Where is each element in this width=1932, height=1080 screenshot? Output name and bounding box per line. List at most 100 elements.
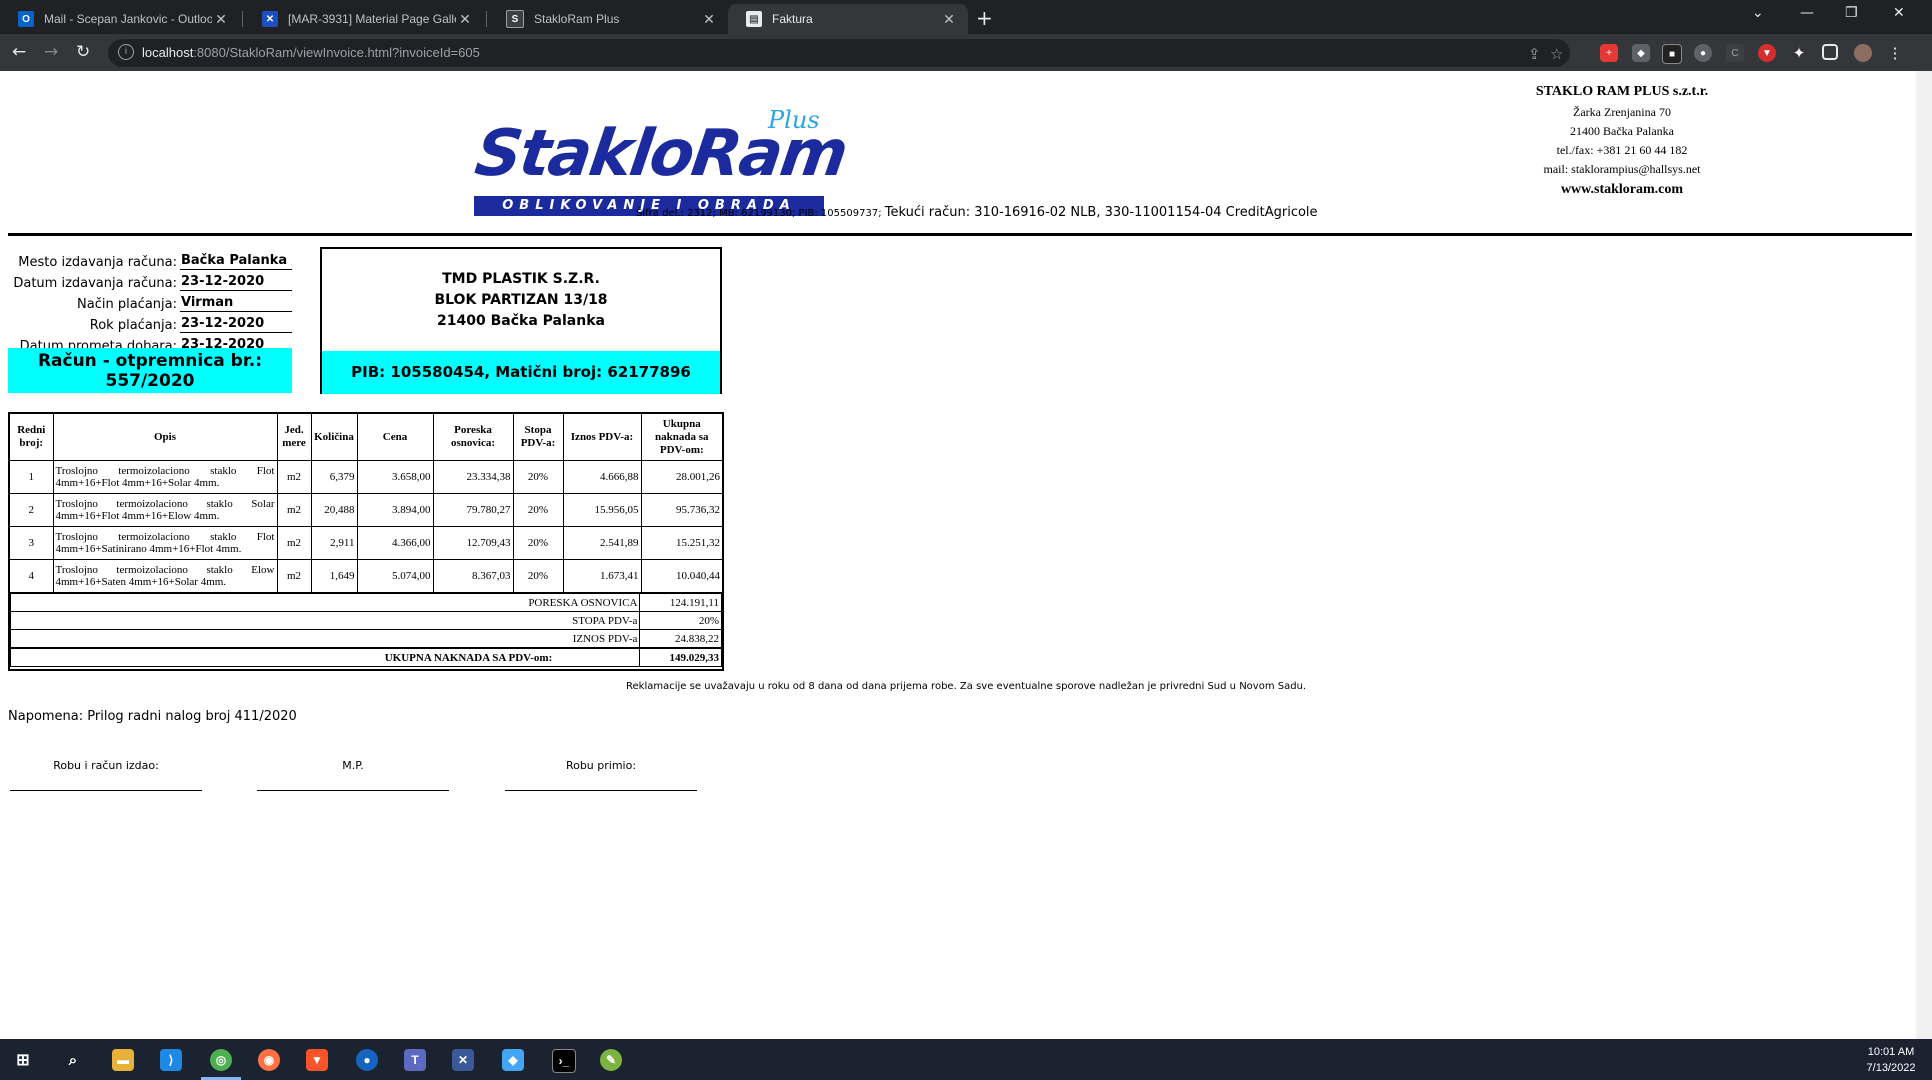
signature-issuer-label: Robu i račun izdao:: [53, 759, 159, 772]
forward-arrow-icon[interactable]: →: [44, 42, 58, 62]
meta-label: Mesto izdavanja računa:: [18, 255, 177, 270]
meta-row: Rok plaćanja: 23-12-2020: [8, 312, 292, 333]
extensions-puzzle-icon[interactable]: ✦: [1790, 44, 1808, 62]
close-icon[interactable]: ✕: [700, 11, 718, 28]
close-icon[interactable]: ✕: [940, 11, 958, 28]
cell-no: 2: [8, 493, 54, 527]
cell-qty: 6,379: [310, 460, 358, 494]
vscode-icon[interactable]: ⟩: [160, 1049, 182, 1071]
paint-icon[interactable]: ✎: [600, 1049, 622, 1071]
address-bar[interactable]: i localhost:8080/StakloRam/viewInvoice.h…: [108, 39, 1570, 67]
chrome-icon[interactable]: ◎: [210, 1049, 232, 1071]
cell-desc: Troslojno termoizolaciono staklo Elow 4m…: [52, 559, 278, 593]
company-email: mail: staklorampius@hallsys.net: [1543, 162, 1701, 176]
close-window-button[interactable]: ✕: [1893, 5, 1905, 21]
cell-unit: m2: [276, 460, 312, 494]
file-explorer-icon[interactable]: ▬: [112, 1049, 134, 1071]
minimize-button[interactable]: —: [1800, 5, 1814, 21]
menu-dots-icon[interactable]: ⋮: [1886, 44, 1904, 62]
invoice-meta: Mesto izdavanja računa: Bačka Palanka Da…: [8, 249, 292, 354]
summary-value: 24.838,22: [639, 629, 722, 649]
meta-value: Bačka Palanka: [180, 252, 292, 270]
site-info-icon[interactable]: i: [118, 44, 134, 60]
tab-search-icon[interactable]: ⌄: [1752, 5, 1764, 21]
virtualbox-icon[interactable]: ◆: [502, 1049, 524, 1071]
logo-plus: Plus: [768, 106, 820, 134]
summary-total-row: UKUPNA NAKNADA SA PDV-om: 149.029,33: [9, 647, 722, 667]
tab-stakloram[interactable]: S StakloRam Plus ✕: [488, 4, 728, 34]
cell-total: 28.001,26: [640, 460, 724, 494]
cell-rate: 20%: [512, 526, 564, 560]
company-info: STAKLO RAM PLUS s.z.t.r. Žarka Zrenjanin…: [1430, 81, 1814, 201]
maps-pin-icon[interactable]: ●: [356, 1049, 378, 1071]
vertical-scrollbar[interactable]: [1916, 71, 1932, 1039]
buyer-address: TMD PLASTIK S.Z.R. BLOK PARTIZAN 13/18 2…: [322, 269, 720, 332]
teams-icon[interactable]: T: [404, 1049, 426, 1071]
bookmark-star-icon[interactable]: ☆: [1550, 45, 1563, 63]
new-tab-button[interactable]: +: [976, 6, 993, 30]
table-row: 3 Troslojno termoizolaciono staklo Flot …: [8, 526, 724, 560]
side-panel-icon[interactable]: [1822, 44, 1838, 60]
col-header: Opis: [52, 412, 278, 461]
close-icon[interactable]: ✕: [212, 11, 230, 28]
cell-vat: 2.541,89: [562, 526, 642, 560]
cell-desc: Troslojno termoizolaciono staklo Solar 4…: [52, 493, 278, 527]
company-phone: tel./fax: +381 21 60 44 182: [1556, 143, 1688, 157]
cell-desc: Troslojno termoizolaciono staklo Flot 4m…: [52, 460, 278, 494]
header-divider: [8, 233, 1912, 236]
cell-vat: 15.956,05: [562, 493, 642, 527]
cell-unit: m2: [276, 559, 312, 593]
summary-total-label: UKUPNA NAKNADA SA PDV-om:: [384, 651, 553, 664]
extension-icon[interactable]: ●: [1694, 44, 1712, 62]
tab-title: Faktura: [772, 12, 813, 26]
buyer-street: BLOK PARTIZAN 13/18: [434, 292, 608, 308]
cell-base: 12.709,43: [432, 526, 514, 560]
tab-jira[interactable]: ✕ [MAR-3931] Material Page Galler ✕: [244, 4, 484, 34]
restore-button[interactable]: ❐: [1845, 5, 1858, 21]
tab-outlook[interactable]: O Mail - Scepan Jankovic - Outlook ✕: [0, 4, 240, 34]
back-arrow-icon[interactable]: ←: [12, 42, 26, 62]
profile-avatar[interactable]: [1854, 44, 1872, 62]
brave-icon[interactable]: ▼: [306, 1049, 328, 1071]
cell-total: 10.040,44: [640, 559, 724, 593]
cell-no: 3: [8, 526, 54, 560]
url-path: :8080/StakloRam/viewInvoice.html?invoice…: [193, 45, 480, 60]
col-header: Redni broj:: [8, 412, 54, 461]
extension-cube-icon[interactable]: ◆: [1632, 44, 1650, 62]
extension-shield-icon[interactable]: ▼: [1758, 44, 1776, 62]
invoice-number: 557/2020: [105, 371, 195, 391]
sourcetree-icon[interactable]: ✕: [452, 1049, 474, 1071]
signature-stamp-label: M.P.: [342, 759, 364, 772]
stakloram-icon: S: [506, 10, 524, 28]
cell-price: 3.658,00: [356, 460, 434, 494]
outlook-icon: O: [18, 11, 34, 27]
search-icon[interactable]: ⌕: [62, 1049, 84, 1071]
buyer-name: TMD PLASTIK S.Z.R.: [442, 271, 600, 287]
meta-row: Način plaćanja: Virman: [8, 291, 292, 312]
tab-faktura[interactable]: ▤ Faktura ✕: [728, 4, 968, 34]
cell-rate: 20%: [512, 493, 564, 527]
buyer-city: 21400 Bačka Palanka: [437, 313, 605, 329]
url-host: localhost: [142, 45, 194, 60]
extension-icon[interactable]: +: [1600, 44, 1618, 62]
windows-start-icon[interactable]: ⊞: [12, 1049, 34, 1071]
table-header-row: Redni broj: Opis Jed. mere Količina Cena…: [8, 412, 724, 461]
cell-unit: m2: [276, 526, 312, 560]
url-text[interactable]: localhost:8080/StakloRam/viewInvoice.htm…: [142, 45, 480, 60]
share-icon[interactable]: ⇪: [1528, 45, 1541, 63]
cell-base: 23.334,38: [432, 460, 514, 494]
meta-row: Datum izdavanja računa: 23-12-2020: [8, 270, 292, 291]
firefox-icon[interactable]: ◉: [258, 1049, 280, 1071]
extension-icon[interactable]: ■: [1662, 44, 1682, 64]
reload-icon[interactable]: ↻: [76, 42, 90, 62]
close-icon[interactable]: ✕: [456, 11, 474, 28]
tab-divider: [242, 11, 243, 27]
signature-line: [10, 790, 202, 791]
cell-vat: 1.673,41: [562, 559, 642, 593]
bank-info: Šifra del.: 2312; MB: 62199130; PIB: 105…: [636, 205, 1318, 220]
extension-icon[interactable]: C: [1726, 44, 1744, 62]
clock-date: 7/13/2022: [1866, 1062, 1916, 1074]
tab-title: StakloRam Plus: [534, 12, 620, 26]
terminal-icon[interactable]: ›_: [552, 1049, 576, 1073]
clock-time: 10:01 AM: [1867, 1046, 1915, 1058]
